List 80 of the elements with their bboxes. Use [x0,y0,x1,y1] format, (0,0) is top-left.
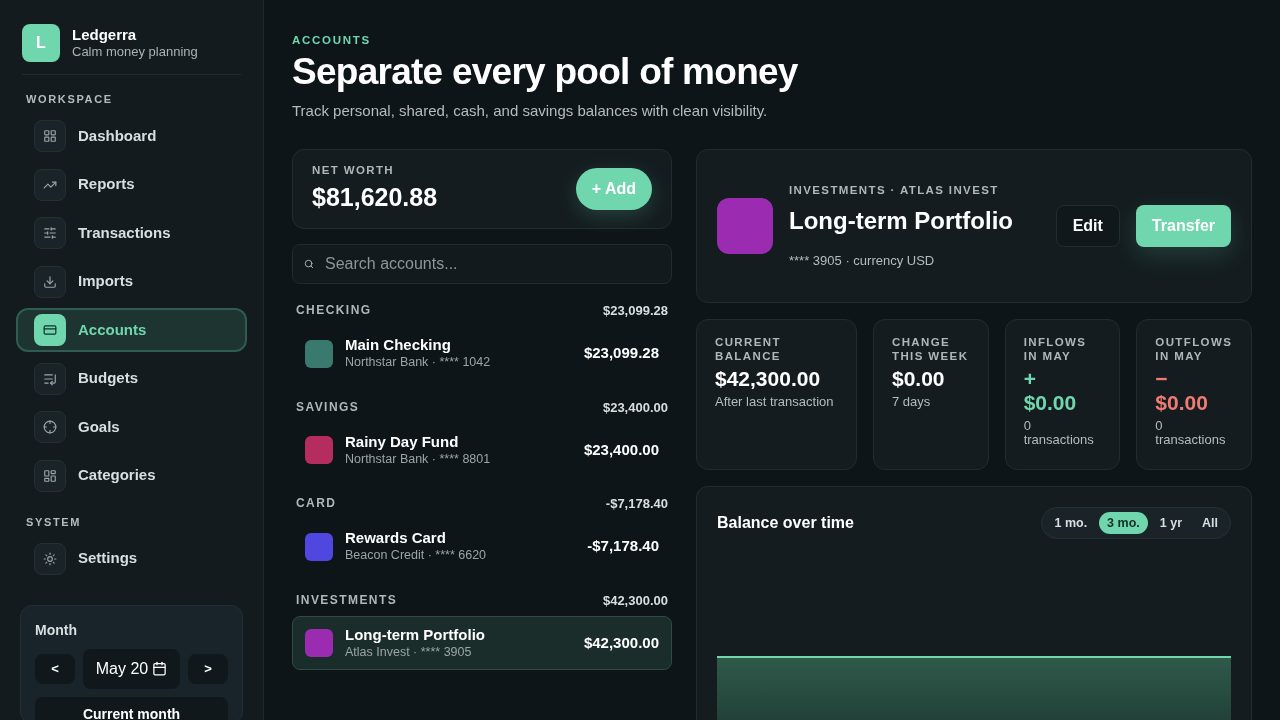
account-row[interactable]: Rewards Card Beacon Credit · **** 6620 -$7,178.40 [292,519,672,574]
range-tab[interactable]: 1 mo. [1046,512,1096,534]
group-total: $23,400.00 [602,398,668,417]
stat-value: $42,300.00 [715,367,822,391]
month-title: Month [35,620,78,640]
brand-name: Ledgerra [72,25,138,45]
account-name: Long-term Portfolio [345,625,486,645]
stat-value: $0.00 [892,367,946,391]
account-eyebrow: INVESTMENTS · ATLAS INVEST [789,182,1000,198]
grid-icon [43,129,57,143]
group-total: -$7,178.40 [605,495,668,513]
card-icon [43,323,57,337]
net-worth-label: NET WORTH [312,162,396,178]
download-icon [43,274,57,289]
search-field[interactable]: Search accounts... [292,244,672,284]
stat-note: 0 transactions [1155,419,1227,447]
nav-item[interactable]: Categories [16,453,247,498]
next-month-button[interactable]: > [188,653,228,684]
chart-title: Balance over time [717,513,854,533]
target-icon [43,420,57,434]
nav-item[interactable]: Settings [16,536,247,581]
net-worth-value: $81,620.88 [312,181,438,213]
account-balance: $42,300.00 [583,632,659,653]
account-detail: Beacon Credit · **** 6620 [345,548,488,564]
list-icon [43,371,57,386]
nav-item[interactable]: Imports [16,259,247,304]
account-balance: $23,400.00 [583,439,659,460]
section-title: WORKSPACE [26,92,114,107]
account-name: Rewards Card [345,529,447,549]
stat-label: INFLOWS IN MAY [1023,335,1088,363]
nav-item[interactable]: Budgets [16,356,247,401]
account-meta: **** 3905 · currency USD [789,251,936,270]
range-tab[interactable]: 1 yr [1151,512,1190,534]
layout-icon [43,468,57,483]
account-title: Long-term Portfolio [789,205,1014,236]
group-title: CHECKING [296,302,372,319]
account-detail: Northstar Bank · **** 8801 [345,451,492,468]
brand-tagline: Calm money planning [72,44,198,61]
group-total: $42,300.00 [602,591,668,610]
range-tab[interactable]: 3 mo. [1099,512,1148,534]
logo-badge: L [22,24,60,62]
stat-note: 7 days [892,395,932,409]
stat-label: CURRENT BALANCE [715,335,782,363]
account-name: Main Checking [345,336,452,356]
group-title: CARD [296,495,337,512]
account-detail: Northstar Bank · **** 1042 [345,355,492,371]
stat-note: After last transaction [715,395,835,409]
account-balance: $23,099.28 [583,343,659,364]
account-row[interactable]: Main Checking Northstar Bank · **** 1042 $23,099.28 [292,326,672,381]
range-tab[interactable]: All [1194,512,1226,534]
prev-month-button[interactable]: < [35,653,75,684]
nav-item[interactable]: Accounts [16,308,247,352]
sliders-icon [43,226,57,240]
nav-item[interactable]: Transactions [16,211,247,255]
account-detail: Atlas Invest · **** 3905 [345,644,473,661]
account-balance: -$7,178.40 [587,536,659,557]
stat-label: CHANGE THIS WEEK [892,335,970,363]
settings-icon [43,551,57,566]
account-row[interactable]: Long-term Portfolio Atlas Invest · **** 3905 $42,300.00 [292,616,672,670]
stat-label: OUTFLOWS IN MAY [1155,335,1234,363]
account-row[interactable]: Rainy Day Fund Northstar Bank · **** 8801 $23,400.00 [292,423,672,477]
month-field[interactable]: May 20 [83,648,180,689]
stat-value: + $0.00 [1023,367,1078,415]
edit-button[interactable]: Edit [1055,205,1120,247]
search-icon [304,259,314,269]
group-title: SAVINGS [296,398,360,416]
nav-item[interactable]: Goals [16,405,247,449]
page-title: Separate every pool of money [292,50,799,95]
stat-value: − $0.00 [1155,367,1209,415]
group-total: $23,099.28 [602,302,668,320]
page-subtitle: Track personal, shared, cash, and savings balances with clean visibility. [292,100,769,121]
section-title: SYSTEM [26,514,83,530]
calendar-icon [152,661,168,676]
nav-item[interactable]: Dashboard [16,114,247,158]
group-title: INVESTMENTS [296,591,398,609]
page-eyebrow: ACCOUNTS [292,33,372,48]
current-month-button[interactable]: Current month [35,696,228,720]
stat-note: 0 transactions [1023,419,1095,447]
nav-item[interactable]: Reports [16,162,247,207]
account-name: Rainy Day Fund [345,432,460,452]
